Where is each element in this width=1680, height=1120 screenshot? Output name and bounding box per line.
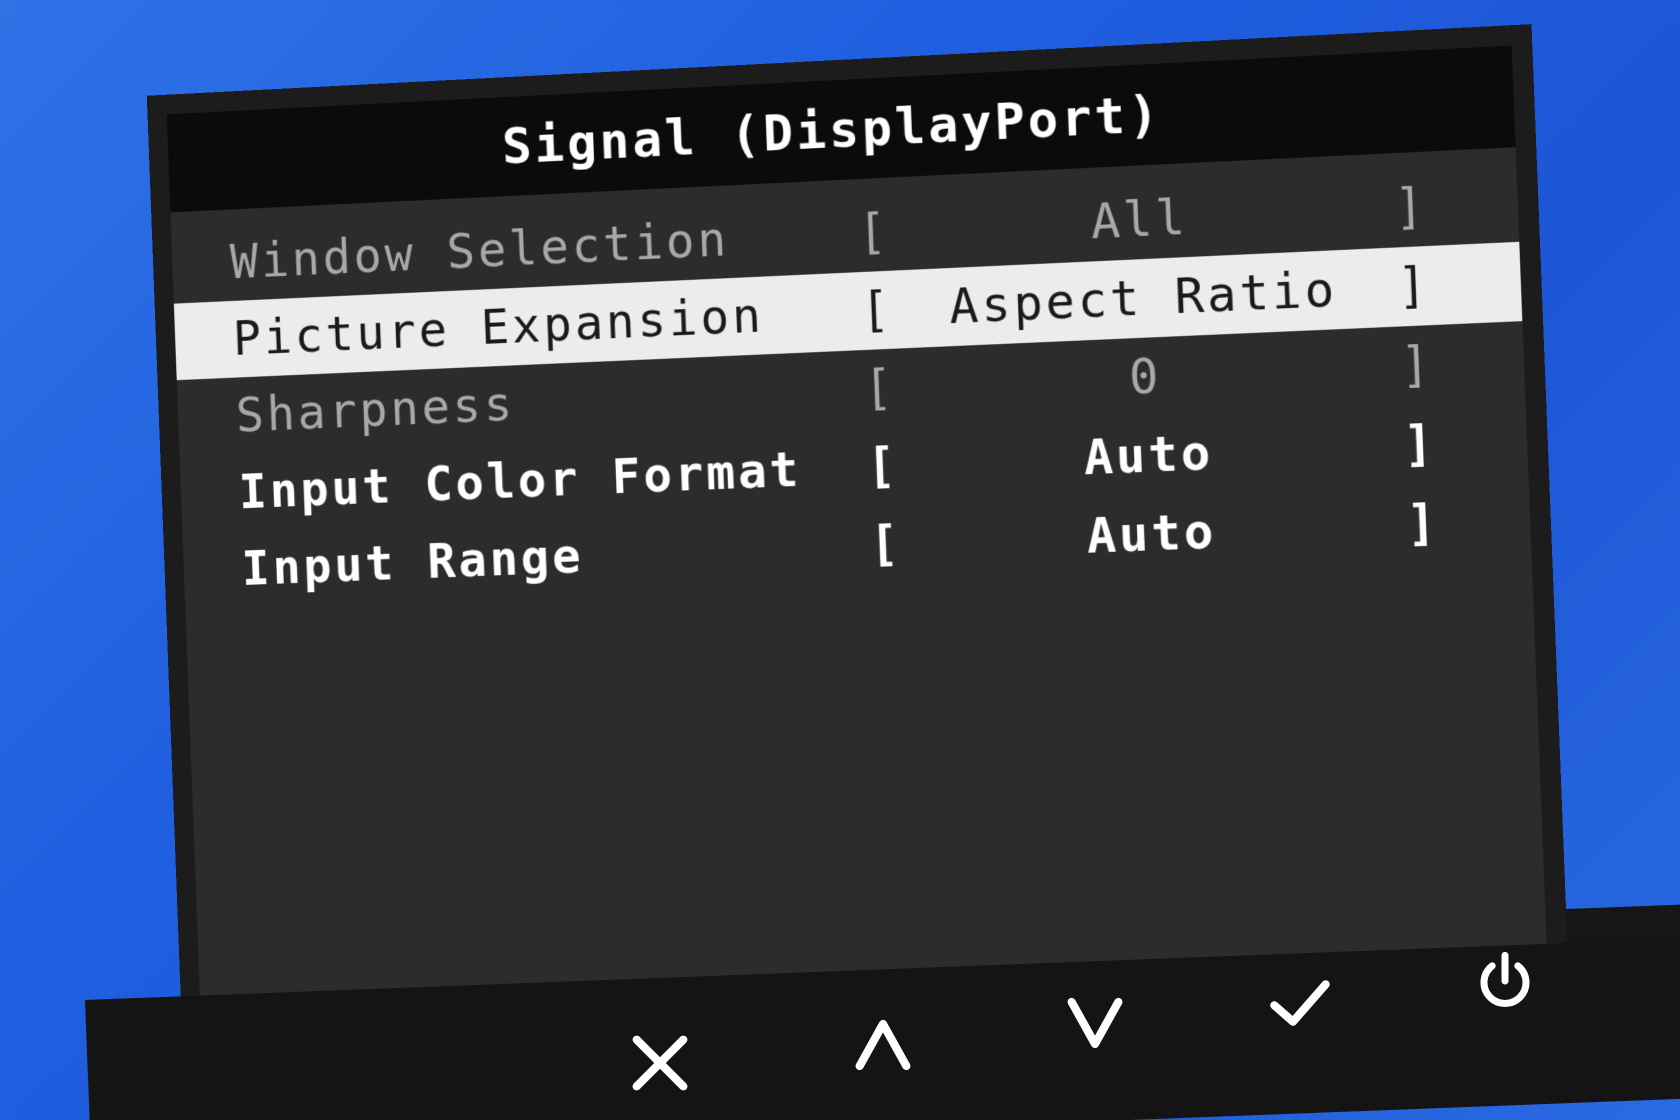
value-bracket-close: ] <box>1396 257 1429 316</box>
value-bracket-close: ] <box>1405 494 1438 553</box>
power-button[interactable] <box>1460 938 1550 1028</box>
value-bracket-open: [ <box>856 203 888 262</box>
menu-item-label: Sharpness <box>234 376 517 444</box>
chevron-up-icon <box>848 1010 918 1084</box>
value-bracket-open: [ <box>868 515 900 574</box>
chevron-down-icon <box>1060 988 1130 1062</box>
value-bracket-close: ] <box>1402 415 1435 474</box>
menu-item-label: Input Color Format <box>237 441 803 521</box>
value-bracket-close: ] <box>1393 178 1425 237</box>
value-bracket-open: [ <box>865 437 897 496</box>
up-button[interactable] <box>838 1002 928 1092</box>
menu-item-value: Aspect Ratio <box>948 261 1339 336</box>
menu-item-label: Window Selection <box>229 211 731 291</box>
osd-menu-list: Window Selection [ All ] Picture Expansi… <box>171 162 1532 609</box>
value-bracket-close: ] <box>1399 336 1432 395</box>
osd-menu-panel: Signal (DisplayPort) Window Selection [ … <box>146 24 1571 1058</box>
menu-item-value: Auto <box>1085 503 1218 565</box>
value-bracket-open: [ <box>859 281 891 340</box>
exit-button[interactable] <box>615 1020 705 1110</box>
menu-item-value: Auto <box>1082 424 1215 487</box>
power-icon <box>1470 946 1540 1020</box>
menu-item-label: Picture Expansion <box>232 287 765 367</box>
menu-item-label: Input Range <box>240 528 585 597</box>
value-bracket-open: [ <box>862 359 894 418</box>
menu-item-value: 0 <box>1128 348 1163 406</box>
enter-button[interactable] <box>1255 960 1345 1050</box>
osd-title: Signal (DisplayPort) <box>501 84 1163 176</box>
down-button[interactable] <box>1050 980 1140 1070</box>
menu-item-value: All <box>1089 189 1189 251</box>
checkmark-icon <box>1265 968 1335 1042</box>
close-icon <box>625 1028 695 1102</box>
